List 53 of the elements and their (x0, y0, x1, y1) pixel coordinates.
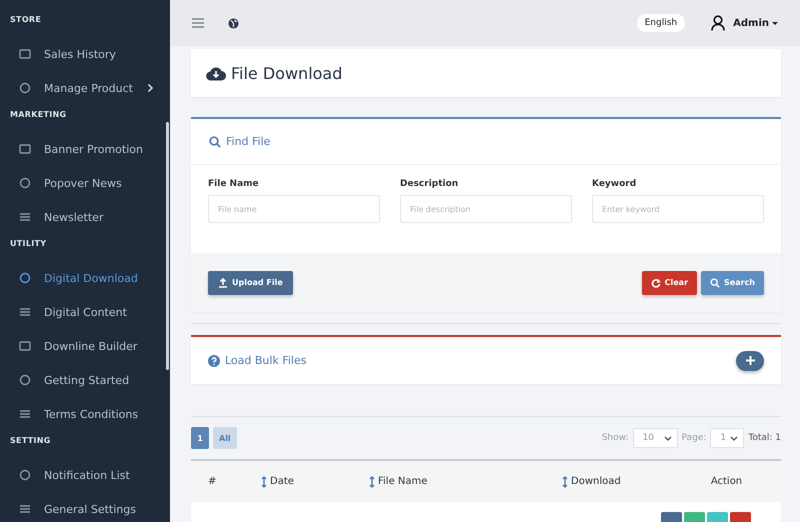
search-icon (710, 278, 720, 288)
column-header[interactable]: Date (261, 476, 369, 488)
sidebar-item[interactable]: Newsletter (0, 200, 164, 234)
sidebar-item[interactable]: Sales History (0, 37, 164, 71)
globe-icon[interactable] (228, 18, 239, 28)
sidebar-item[interactable]: Popover News (0, 166, 164, 200)
cloud-download-icon (206, 66, 226, 80)
help-icon (208, 354, 220, 366)
upload-file-button[interactable]: Upload File (208, 270, 293, 294)
input-field[interactable]: File name (208, 195, 380, 223)
field-label: Keyword (592, 179, 638, 189)
sidebar-section-heading: SETTING (9, 435, 52, 447)
card-title: Find File (226, 135, 270, 148)
clear-button[interactable]: Clear (642, 270, 698, 294)
sidebar-section-heading: UTILITY (9, 238, 48, 250)
chevron-down-icon (664, 436, 672, 440)
column-header[interactable]: # (191, 476, 261, 487)
language-button[interactable]: English (636, 14, 686, 32)
caret-icon (772, 22, 778, 24)
show-label: Show: (602, 433, 629, 443)
upload-icon (218, 278, 228, 288)
plus-icon (746, 356, 754, 365)
input-field[interactable]: Enter keyword (592, 195, 764, 223)
sidebar-section-heading: STORE (9, 14, 42, 26)
user-menu-button[interactable]: Admin (733, 18, 778, 28)
field-label: Description (400, 179, 460, 189)
sidebar-item[interactable]: Getting Started (0, 363, 164, 397)
add-button[interactable] (736, 350, 764, 370)
page-button[interactable]: 1 (191, 427, 209, 449)
refresh-icon (650, 278, 661, 288)
chevron-down-icon (730, 436, 738, 440)
page-label: Page: (682, 433, 706, 443)
column-header[interactable]: File Name (369, 476, 562, 488)
sidebar-item[interactable]: Digital Download (0, 261, 164, 295)
column-header[interactable]: Download (562, 476, 672, 488)
field-label: File Name (208, 179, 260, 189)
sidebar-item[interactable]: Terms Conditions (0, 397, 164, 431)
sidebar-item[interactable]: Notification List (0, 458, 164, 492)
sidebar-section-heading: MARKETING (9, 109, 68, 121)
total-count: Total: 1 (748, 433, 781, 443)
sidebar-item[interactable]: Downline Builder (0, 329, 164, 363)
menu-icon[interactable] (192, 18, 204, 28)
input-field[interactable]: File description (400, 195, 572, 223)
sidebar-item[interactable]: Digital Content (0, 295, 164, 329)
column-header[interactable]: Action (672, 476, 781, 487)
sidebar-item[interactable]: Banner Promotion (0, 132, 164, 166)
sidebar-item[interactable]: Manage Product (0, 71, 164, 105)
card-title: Load Bulk Files (225, 354, 306, 367)
page-title: File Download (231, 64, 342, 82)
sidebar-item[interactable]: General Settings (0, 492, 164, 522)
user-icon[interactable] (711, 15, 726, 31)
scrollbar[interactable] (166, 122, 169, 370)
search-icon (209, 136, 221, 148)
